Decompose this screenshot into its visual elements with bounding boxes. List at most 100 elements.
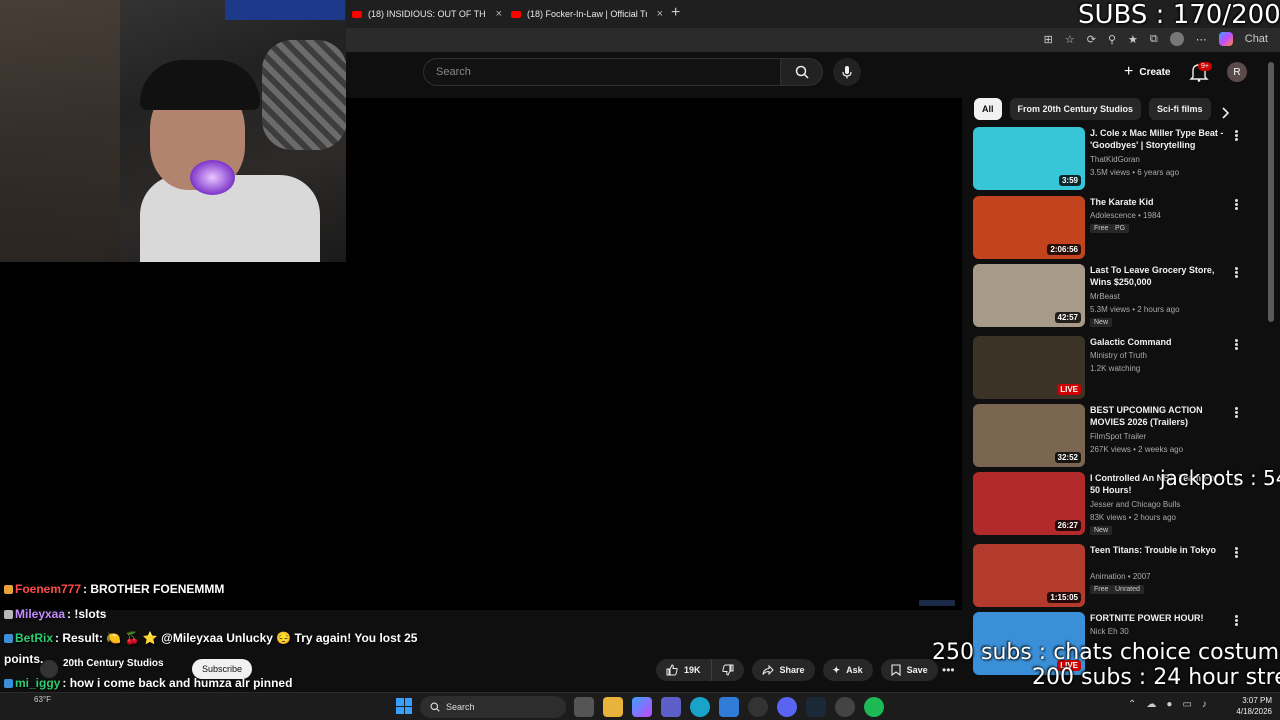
sub-goal-250: 250 subs : chats choice costume [932,640,1280,665]
more-options-icon[interactable] [1231,614,1241,628]
video-title[interactable]: Teen Titans: Trouble in Tokyo [1090,544,1230,556]
windows-start-icon[interactable] [396,698,412,714]
recommended-video[interactable]: LIVE Galactic Command Ministry of Truth 1.2… [973,336,1263,400]
chip-all[interactable]: All [974,98,1002,120]
refresh-icon[interactable]: ⟳ [1087,33,1096,46]
video-thumbnail[interactable]: 26:27 [973,472,1085,535]
video-channel[interactable]: Animation • 2007 [1090,571,1151,583]
chevron-right-icon[interactable] [1216,104,1234,122]
chip-sci-fi-films[interactable]: Sci-fi films [1149,98,1211,120]
more-options-icon[interactable] [1231,266,1241,280]
browser-toolbar: ⊞ ☆ ⟳ ⚲ ★ ⧉ ⋯ Chat [346,28,1280,52]
more-icon[interactable]: ⋯ [1196,33,1207,46]
chat-button[interactable]: Chat [1245,33,1268,45]
chevron-up-icon[interactable]: ⌃ [1128,699,1136,710]
ask-button[interactable]: ✦ Ask [822,659,873,681]
file-explorer-icon[interactable] [603,697,623,717]
teams-icon[interactable] [661,697,681,717]
share-icon [762,664,774,676]
video-title[interactable]: FORTNITE POWER HOUR! [1090,612,1230,624]
create-button[interactable]: + Create [1118,60,1176,84]
spotify-icon[interactable] [864,697,884,717]
discord-icon[interactable] [777,697,797,717]
video-thumbnail[interactable]: 42:57 [973,264,1085,327]
copilot-icon[interactable] [1218,32,1233,46]
video-channel[interactable]: FilmSpot Trailer [1090,431,1146,443]
browser-tab-insidious[interactable]: (18) INSIDIOUS: OUT OF THE FURT × [352,4,502,24]
split-screen-icon[interactable]: ⊞ [1044,33,1053,46]
settings-icon[interactable] [835,697,855,717]
dislike-button[interactable] [710,659,744,681]
search-button[interactable] [781,58,823,86]
browser-tab-focker[interactable]: (18) Focker-In-Law | Official Trailer × [511,4,663,24]
recommended-video[interactable]: 3:59 J. Cole x Mac Miller Type Beat - 'Go… [973,127,1263,191]
recommended-video[interactable]: 32:52 BEST UPCOMING ACTION MOVIES 2026 (T… [973,404,1263,468]
extensions-icon[interactable]: ⚲ [1108,33,1116,46]
video-thumbnail[interactable]: 32:52 [973,404,1085,467]
subscribe-watermark[interactable] [919,600,955,606]
video-channel[interactable]: Ministry of Truth [1090,350,1147,362]
chat-username[interactable]: BetRix [15,631,53,645]
video-title[interactable]: J. Cole x Mac Miller Type Beat - 'Goodby… [1090,127,1230,152]
youtube-icon [352,10,362,18]
more-actions-icon[interactable]: ••• [942,663,955,677]
copilot-app-icon[interactable] [632,697,652,717]
chip-20th-century-studios[interactable]: From 20th Century Studios [1009,98,1142,120]
like-button[interactable]: 19K [656,659,711,681]
chat-username[interactable]: Foenem777 [15,582,81,596]
volume-icon[interactable]: ♪ [1202,699,1207,710]
taskbar-search[interactable]: Search [420,696,566,718]
more-options-icon[interactable] [1231,338,1241,352]
channel-name[interactable]: 20th Century Studios [63,658,164,669]
video-title[interactable]: Last To Leave Grocery Store, Wins $250,0… [1090,264,1230,288]
chat-username[interactable]: mi_iggy [15,676,60,690]
recommended-video[interactable]: 1:15:05 Teen Titans: Trouble in Tokyo Anim… [973,544,1263,608]
video-channel[interactable]: MrBeast [1090,291,1120,303]
steam-icon[interactable] [806,697,826,717]
recommended-video[interactable]: 42:57 Last To Leave Grocery Store, Wins $… [973,264,1263,328]
video-channel[interactable]: Jesser and Chicago Bulls [1090,499,1180,511]
network-icon[interactable]: ▭ [1182,699,1191,710]
weather-widget[interactable]: 63°F [34,695,51,704]
favorites-icon[interactable]: ★ [1128,33,1138,46]
system-clock[interactable]: 3:07 PM 4/18/2026 [1228,695,1272,717]
more-options-icon[interactable] [1231,546,1241,560]
video-channel[interactable]: ThatKidGoran [1090,154,1140,166]
close-tab-icon[interactable]: × [496,8,502,20]
video-title[interactable]: BEST UPCOMING ACTION MOVIES 2026 (Traile… [1090,404,1230,428]
scrollbar[interactable] [1268,62,1274,322]
share-button[interactable]: Share [751,659,815,681]
video-thumbnail[interactable]: 1:15:05 [973,544,1085,607]
search-input[interactable] [424,59,780,85]
video-title[interactable]: The Karate Kid [1090,196,1230,208]
video-thumbnail[interactable]: 3:59 [973,127,1085,190]
recommended-video[interactable]: 2:06:56 The Karate Kid Adolescence • 1984 F… [973,196,1263,260]
store-icon[interactable] [719,697,739,717]
voice-search-button[interactable] [833,58,861,86]
plus-icon: + [1124,63,1134,80]
more-options-icon[interactable] [1231,406,1241,420]
save-button[interactable]: Save [880,659,938,681]
more-options-icon[interactable] [1231,129,1241,143]
obs-icon[interactable] [748,697,768,717]
video-title[interactable]: Galactic Command [1090,336,1230,348]
video-thumbnail[interactable]: LIVE [973,336,1085,399]
close-tab-icon[interactable]: × [657,8,663,20]
video-channel[interactable]: Adolescence • 1984 [1090,210,1161,222]
task-view-icon[interactable] [574,697,594,717]
favorite-icon[interactable]: ☆ [1065,33,1075,46]
video-thumbnail[interactable]: 2:06:56 [973,196,1085,259]
video-pill: New [1090,318,1113,327]
cloud-icon[interactable]: ☁ [1146,699,1156,710]
chat-badge-icon [4,679,13,689]
profile-icon[interactable] [1169,32,1184,46]
more-options-icon[interactable] [1231,198,1241,212]
account-avatar[interactable]: R [1227,62,1247,82]
clock-time: 3:07 PM [1242,696,1272,705]
collections-icon[interactable]: ⧉ [1150,33,1158,46]
edge-icon[interactable] [690,697,710,717]
microphone-tray-icon[interactable]: ● [1166,699,1172,710]
video-channel[interactable]: Nick Eh 30 [1090,626,1129,638]
new-tab-button[interactable]: + [671,4,680,22]
chat-username[interactable]: Mileyxaa [15,607,65,621]
